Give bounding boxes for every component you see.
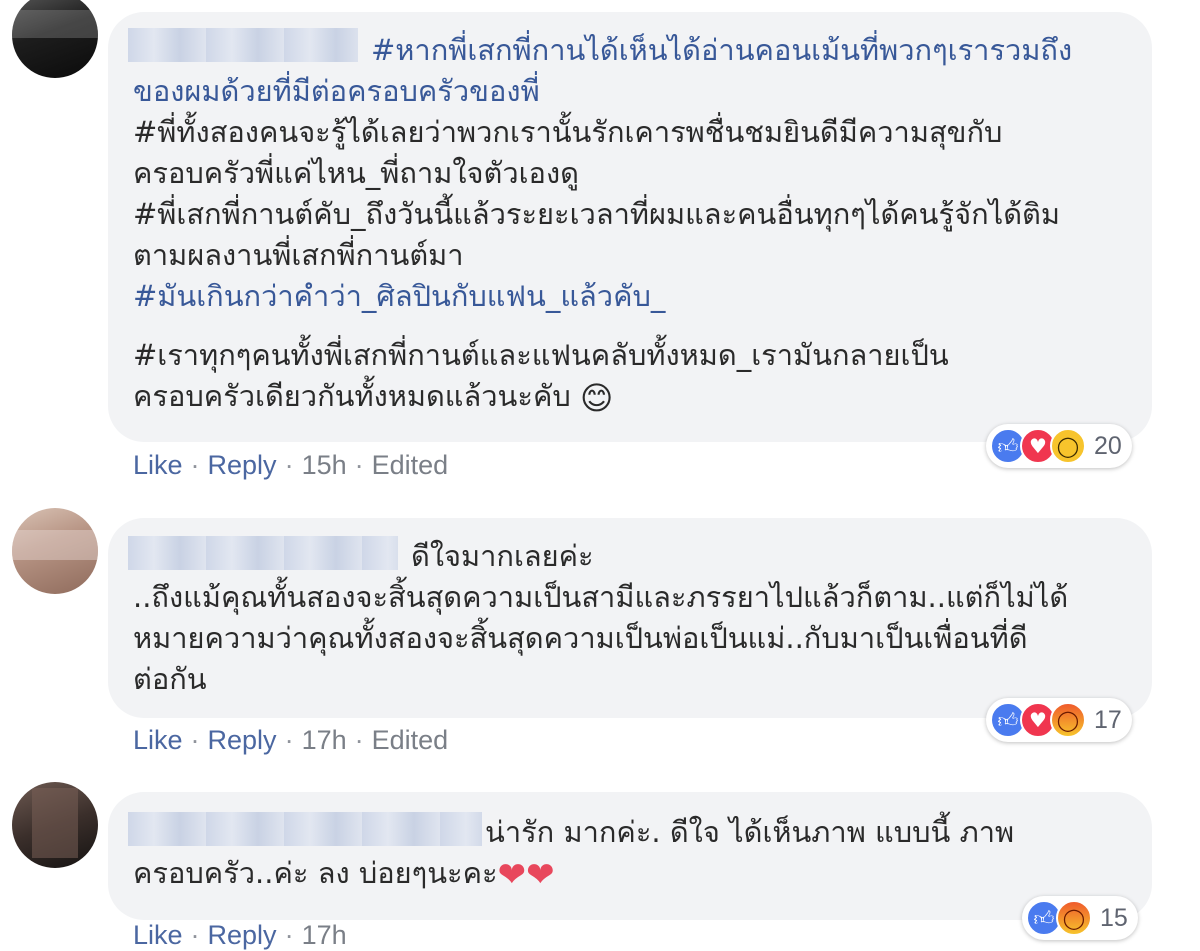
- comment-actions: Like · Reply · 17h: [133, 920, 347, 951]
- angry-icon: ◯: [1050, 702, 1086, 738]
- heart-emoji: ❤❤: [497, 855, 555, 895]
- timestamp[interactable]: 15h: [302, 450, 347, 480]
- angry-icon: ◯: [1056, 900, 1092, 936]
- avatar-blur: [32, 788, 78, 858]
- separator-dot: ·: [190, 725, 200, 755]
- comment-line: หมายความว่าคุณทั้งสองจะสิ้นสุดความเป็นพ่…: [133, 621, 1028, 655]
- separator-dot: ·: [284, 450, 294, 480]
- comment-actions: Like · Reply · 17h · Edited: [133, 725, 448, 756]
- comment-body: #หากพี่เสกพี่กานได้เห็นได้อ่านคอนเม้นที่…: [133, 30, 1072, 417]
- avatar[interactable]: [12, 782, 98, 868]
- comment-line: ..ถึงแม้คุณทั้นสองจะสิ้นสุดความเป็นสามีแ…: [133, 580, 1069, 614]
- edited-label[interactable]: Edited: [372, 450, 449, 480]
- edited-label[interactable]: Edited: [372, 725, 449, 755]
- avatar[interactable]: [12, 508, 98, 594]
- timestamp[interactable]: 17h: [302, 920, 347, 950]
- comment-body: น่ารัก มากค่ะ. ดีใจ ได้เห็นภาพ แบบนี้ ภา…: [133, 812, 1014, 894]
- separator-dot: ·: [190, 920, 200, 950]
- comment-line: #พี่ทั้งสองคนจะรู้ได้เลยว่าพวกเรานั้นรัก…: [133, 115, 1003, 149]
- separator-dot: ·: [284, 920, 294, 950]
- reaction-summary[interactable]: 👍︎ ♥ ◯ 20: [986, 424, 1132, 468]
- separator-dot: ·: [190, 450, 200, 480]
- wow-icon: ◯: [1050, 428, 1086, 464]
- separator-dot: ·: [354, 450, 364, 480]
- like-link[interactable]: Like: [133, 725, 183, 755]
- hashtag-link[interactable]: ของผมด้วยที่มีต่อครอบครัวของพี่: [133, 74, 540, 108]
- comment-line: ครอบครัวพี่แค่ไหน_พี่ถามใจตัวเองดู: [133, 156, 579, 190]
- like-link[interactable]: Like: [133, 920, 183, 950]
- reply-link[interactable]: Reply: [208, 920, 277, 950]
- comment-body: ดีใจมากเลยค่ะ ..ถึงแม้คุณทั้นสองจะสิ้นสุ…: [133, 536, 1068, 700]
- smiling-face-emoji: 😊: [579, 379, 614, 417]
- like-link[interactable]: Like: [133, 450, 183, 480]
- separator-dot: ·: [354, 725, 364, 755]
- reply-link[interactable]: Reply: [208, 725, 277, 755]
- comment-line: ครอบครัวเดียวกันทั้งหมดแล้วนะคับ: [133, 379, 571, 413]
- comment-line: ตามผลงานพี่เสกพี่กานต์มา: [133, 238, 464, 272]
- comment-line: ครอบครัว..ค่ะ ลง บ่อยๆนะคะ: [133, 856, 498, 890]
- reaction-count: 15: [1100, 903, 1128, 932]
- reaction-summary[interactable]: 👍︎ ♥ ◯ 17: [986, 698, 1132, 742]
- hashtag-link[interactable]: #หากพี่เสกพี่กานได้เห็นได้อ่านคอนเม้นที่…: [371, 33, 1072, 67]
- timestamp[interactable]: 17h: [302, 725, 347, 755]
- separator-dot: ·: [284, 725, 294, 755]
- comment-line: ต่อกัน: [133, 662, 207, 696]
- comment-line: ดีใจมากเลยค่ะ: [411, 539, 594, 573]
- reply-link[interactable]: Reply: [208, 450, 277, 480]
- avatar[interactable]: [12, 0, 98, 78]
- comment-actions: Like · Reply · 15h · Edited: [133, 450, 448, 481]
- reaction-count: 20: [1094, 431, 1122, 460]
- hashtag-link[interactable]: #มันเกินกว่าคำว่า_ศิลปินกับแฟน_แล้วคับ_: [133, 279, 665, 313]
- avatar-blur: [12, 10, 98, 38]
- avatar-blur: [12, 530, 98, 560]
- comment-line: น่ารัก มากค่ะ. ดีใจ ได้เห็นภาพ แบบนี้ ภา…: [485, 815, 1015, 849]
- reaction-summary[interactable]: 👍︎ ◯ 15: [1022, 896, 1138, 940]
- comment-line: #เราทุกๆคนทั้งพี่เสกพี่กานต์และแฟนคลับทั…: [133, 338, 949, 372]
- reaction-count: 17: [1094, 705, 1122, 734]
- comment-line: #พี่เสกพี่กานต์คับ_ถึงวันนี้แล้วระยะเวลา…: [133, 197, 1060, 231]
